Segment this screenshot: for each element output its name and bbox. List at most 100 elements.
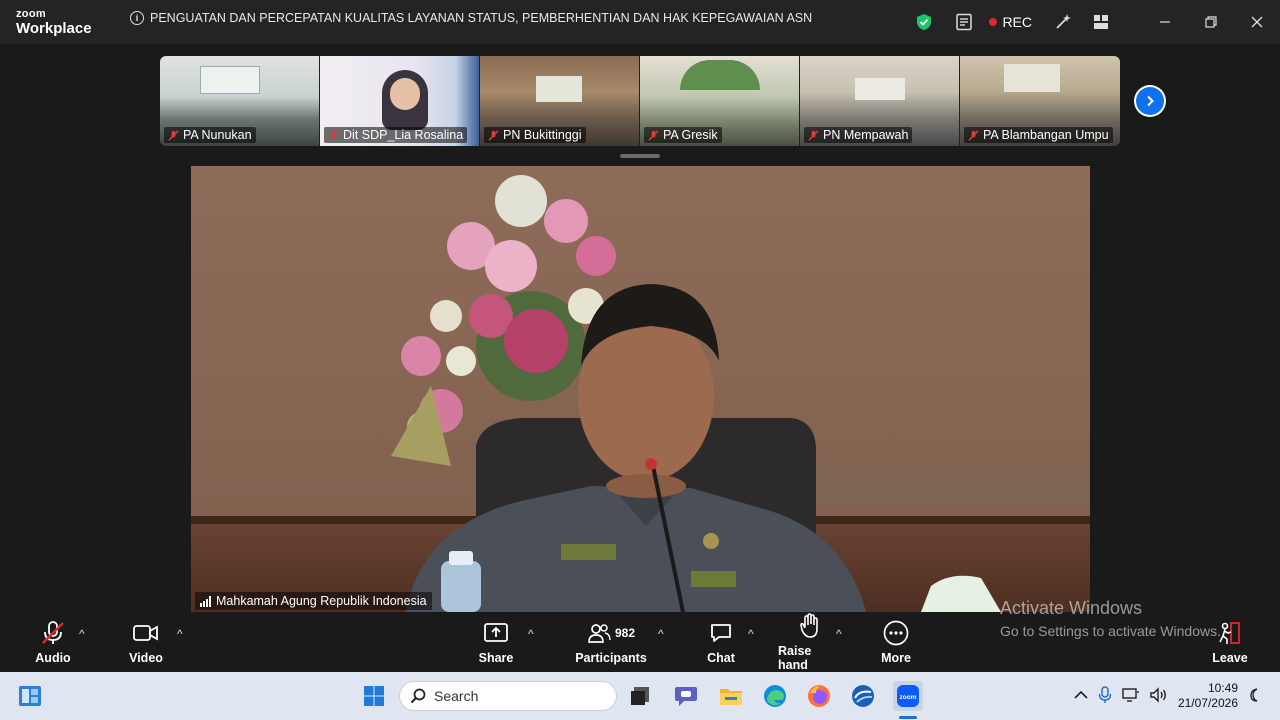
search-placeholder: Search	[434, 688, 479, 704]
view-layout-icon[interactable]	[1084, 0, 1118, 44]
close-button[interactable]	[1234, 0, 1280, 44]
mic-muted-icon	[168, 129, 179, 141]
chat-button[interactable]: Chat	[704, 612, 738, 672]
widgets-icon[interactable]	[16, 682, 44, 710]
participant-video	[390, 78, 420, 110]
participant-name-label: Dit SDP_Lia Rosalina	[324, 127, 468, 143]
more-button[interactable]: More	[876, 612, 916, 672]
participant-name: PA Nunukan	[183, 128, 252, 142]
audio-button[interactable]: Audio	[34, 612, 72, 672]
raise-hand-label: Raise hand	[778, 644, 812, 672]
edge-browser-icon[interactable]	[761, 682, 789, 710]
taskbar-search-box[interactable]: Search	[399, 681, 617, 711]
zoom-app-icon[interactable]: zoom	[893, 681, 923, 711]
network-icon[interactable]	[1122, 687, 1140, 706]
notes-icon[interactable]	[947, 0, 981, 44]
activate-windows-title: Activate Windows	[1000, 598, 1143, 618]
participant-tile[interactable]: PN Mempawah	[800, 56, 960, 146]
participant-name: PA Gresik	[663, 128, 718, 142]
firefox-icon[interactable]	[805, 682, 833, 710]
speaker-name: Mahkamah Agung Republik Indonesia	[216, 594, 427, 608]
chat-label: Chat	[707, 651, 735, 665]
participant-video	[1004, 64, 1060, 92]
video-options-caret-icon[interactable]: ^	[177, 627, 183, 641]
participant-name: PA Blambangan Umpu	[983, 128, 1109, 142]
reactions-caret-icon[interactable]: ^	[836, 627, 842, 641]
activate-windows-subtitle: Go to Settings to activate Windows.	[1000, 623, 1221, 639]
participant-tile[interactable]: PA Blambangan Umpu	[960, 56, 1120, 146]
volume-icon[interactable]	[1150, 686, 1168, 706]
participant-tile[interactable]: Dit SDP_Lia Rosalina	[320, 56, 480, 146]
participants-button[interactable]: 982 Participants	[575, 612, 647, 672]
microphone-icon[interactable]	[1098, 685, 1112, 707]
logo-line2: Workplace	[16, 20, 92, 37]
windows-taskbar: Search zoom 10:49 21/07/2026	[0, 672, 1280, 720]
next-page-button[interactable]	[1134, 85, 1166, 117]
rec-label: REC	[1002, 14, 1032, 30]
video-label: Video	[129, 651, 163, 665]
start-windows-icon[interactable]	[360, 682, 388, 710]
security-shield-icon[interactable]	[907, 0, 941, 44]
restore-button[interactable]	[1188, 0, 1234, 44]
title-bar: zoom Workplace i PENGUATAN DAN PERCEPATA…	[0, 0, 1280, 44]
participant-tile[interactable]: PA Gresik	[640, 56, 800, 146]
taskbar-clock[interactable]: 10:49 21/07/2026	[1178, 681, 1238, 711]
participant-video	[200, 66, 260, 94]
active-app-indicator	[899, 716, 917, 719]
raise-hand-button[interactable]: Raise hand	[778, 612, 842, 672]
participant-video	[536, 76, 582, 102]
chevron-up-icon[interactable]	[1074, 689, 1088, 703]
mic-muted-icon	[808, 129, 819, 141]
active-speaker-video: Mahkamah Agung Republik Indonesia	[191, 166, 1090, 612]
strip-drag-handle[interactable]	[620, 154, 660, 158]
svg-text:zoom: zoom	[900, 694, 917, 701]
clock-date: 21/07/2026	[1177, 696, 1238, 710]
mic-muted-icon	[40, 619, 66, 647]
share-button[interactable]: Share	[476, 612, 516, 672]
participants-count: 982	[614, 626, 636, 640]
share-screen-icon	[483, 619, 509, 647]
participant-name: Dit SDP_Lia Rosalina	[343, 128, 464, 142]
recording-indicator[interactable]: REC	[981, 14, 1046, 30]
participant-name-label: PN Bukittinggi	[484, 127, 586, 143]
chat-bubble-icon	[709, 619, 733, 647]
zoom-logo: zoom Workplace	[16, 8, 92, 37]
search-icon	[410, 688, 426, 704]
clock-time: 10:49	[1207, 681, 1238, 695]
mic-muted-icon	[968, 129, 979, 141]
share-options-caret-icon[interactable]: ^	[528, 627, 534, 641]
focus-moon-icon[interactable]	[1248, 687, 1262, 705]
more-label: More	[881, 651, 911, 665]
participant-name-label: PA Blambangan Umpu	[964, 127, 1113, 143]
info-icon[interactable]: i	[130, 11, 144, 25]
rec-dot-icon	[989, 18, 998, 26]
meeting-info[interactable]: i PENGUATAN DAN PERCEPATAN KUALITAS LAYA…	[130, 11, 812, 25]
participant-tile[interactable]: PA Nunukan	[160, 56, 320, 146]
mic-muted-icon	[488, 129, 499, 141]
more-dots-icon	[883, 619, 909, 647]
minimize-button[interactable]	[1142, 0, 1188, 44]
leave-label: Leave	[1212, 651, 1248, 665]
participant-name: PN Mempawah	[823, 128, 909, 142]
video-button[interactable]: Video	[124, 612, 168, 672]
file-explorer-icon[interactable]	[717, 682, 745, 710]
participant-tile[interactable]: PN Bukittinggi	[480, 56, 640, 146]
participant-name: PN Bukittinggi	[503, 128, 582, 142]
browser-app-icon[interactable]	[849, 682, 877, 710]
speaker-video-frame	[191, 166, 1090, 612]
chat-options-caret-icon[interactable]: ^	[748, 627, 754, 641]
teams-chat-icon[interactable]	[672, 682, 700, 710]
title-bar-controls: REC	[907, 0, 1280, 44]
magic-wand-icon[interactable]	[1046, 0, 1080, 44]
task-view-icon[interactable]	[626, 682, 654, 710]
logo-line1: zoom	[16, 8, 46, 20]
participant-name-label: PA Nunukan	[164, 127, 256, 143]
video-camera-icon	[132, 619, 160, 647]
participants-icon-group: 982	[587, 619, 635, 647]
audio-options-caret-icon[interactable]: ^	[79, 627, 85, 641]
participants-options-caret-icon[interactable]: ^	[658, 627, 664, 641]
zoom-window: zoom Workplace i PENGUATAN DAN PERCEPATA…	[0, 0, 1280, 672]
chevron-right-icon	[1136, 87, 1164, 115]
participant-name-label: PA Gresik	[644, 127, 722, 143]
signal-strength-icon	[200, 595, 211, 607]
